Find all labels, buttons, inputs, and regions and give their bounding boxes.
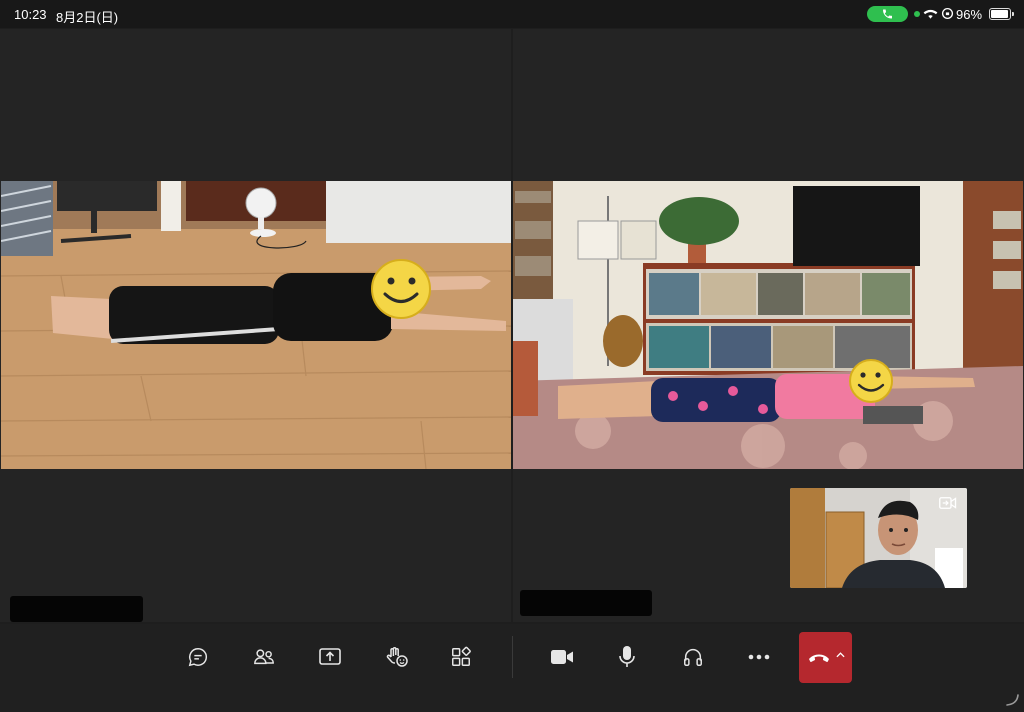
battery-icon [989,8,1014,20]
leave-call-button[interactable] [799,632,852,683]
microphone-button[interactable] [607,637,647,677]
camera-button[interactable] [542,637,582,677]
raise-hand-react-icon [386,647,408,667]
share-screen-button[interactable] [310,637,350,677]
participant-video-right [513,181,1023,469]
self-view-video[interactable] [790,488,967,588]
battery-level [991,10,1009,18]
apps-button[interactable] [441,637,481,677]
camera-switch-icon [939,497,957,509]
video-camera-icon [551,650,573,664]
chevron-up-icon[interactable] [836,652,845,658]
status-date: 8月2日(日) [56,10,119,25]
phone-icon [883,9,892,19]
camera-switch-button[interactable] [939,496,959,514]
wifi-icon [923,9,938,19]
hang-up-icon [809,654,829,662]
headphones-icon [684,649,702,666]
people-icon [254,649,274,665]
toolbar-divider [512,636,513,678]
participant-name-tag [10,596,143,622]
camera-in-use-dot [914,11,920,17]
participant-video-left [1,181,511,469]
chat-icon [188,648,208,667]
raise-hand-react-button[interactable] [377,637,417,677]
active-call-indicator[interactable] [867,6,908,22]
home-corner-indicator [1006,694,1019,706]
participant-name-tag [520,590,652,616]
status-bar: 10:23 8月2日(日) 96% [0,0,1024,28]
apps-icon [452,646,471,666]
more-icon [748,654,770,660]
participant-tile-left[interactable] [0,29,511,622]
participants-button[interactable] [244,637,284,677]
rotation-lock-icon [941,7,954,20]
chat-button[interactable] [178,637,218,677]
share-screen-icon [319,648,341,665]
more-options-button[interactable] [739,637,779,677]
battery-percent: 96% [956,7,983,22]
status-time: 10:23 [14,7,47,22]
audio-device-button[interactable] [673,637,713,677]
microphone-icon [619,646,635,667]
